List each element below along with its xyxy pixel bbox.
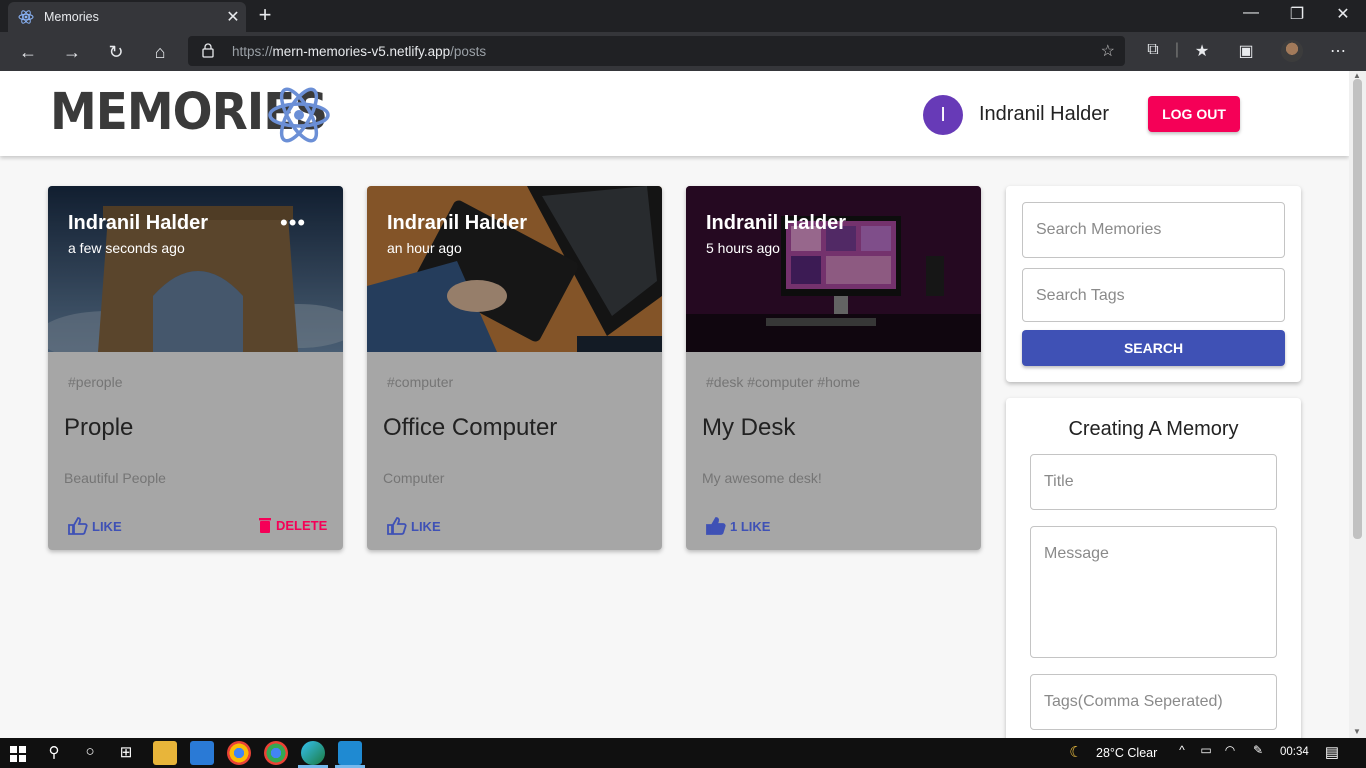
post-message: Computer <box>383 470 445 486</box>
vscode-icon[interactable] <box>338 741 362 765</box>
logout-button[interactable]: LOG OUT <box>1148 96 1240 132</box>
delete-label: DELETE <box>276 517 328 533</box>
windows-taskbar: ⚲ ○ ⊞ ☾ 28°C Clear ^ ▭ ◠ ✎ 00:34 ▤ <box>0 738 1366 768</box>
new-tab-icon[interactable]: + <box>254 2 276 28</box>
tags-input[interactable]: Tags(Comma Seperated) <box>1030 674 1277 730</box>
browser-toolbar: ← → ↻ ⌂ https://mern-memories-v5.netlify… <box>0 32 1366 71</box>
post-card: Indranil Halder 5 hours ago #desk #compu… <box>686 186 981 550</box>
delete-button[interactable]: DELETE <box>258 517 327 533</box>
trash-icon <box>259 518 271 533</box>
weather-moon-icon[interactable]: ☾ <box>1062 743 1090 761</box>
address-bar[interactable]: https://mern-memories-v5.netlify.app/pos… <box>188 36 1125 66</box>
post-message: Beautiful People <box>64 470 166 486</box>
page-scrollbar[interactable]: ▲ ▼ <box>1349 71 1366 738</box>
mail-icon[interactable] <box>190 741 214 765</box>
chrome-icon[interactable] <box>227 741 251 765</box>
search-button[interactable]: SEARCH <box>1022 330 1285 366</box>
toolbar-divider: | <box>1174 41 1180 58</box>
browser-tab[interactable]: Memories ✕ <box>8 2 246 32</box>
search-tags-input[interactable]: Search Tags <box>1022 268 1285 322</box>
thumb-up-icon <box>68 517 88 535</box>
windows-start-icon[interactable] <box>10 746 26 762</box>
url-text: https://mern-memories-v5.netlify.app/pos… <box>232 44 487 59</box>
thumb-up-icon <box>706 517 726 535</box>
post-author: Indranil Halder <box>387 212 528 234</box>
user-avatar: I <box>923 95 963 135</box>
task-view-icon[interactable]: ⊞ <box>112 743 140 761</box>
like-label: 1 LIKE <box>730 518 771 534</box>
file-explorer-icon[interactable] <box>153 741 177 765</box>
tab-title: Memories <box>44 10 99 24</box>
collections-icon[interactable]: ▣ <box>1235 41 1257 61</box>
app-header: MEMORIES I Indranil Halder LOG OUT <box>0 71 1349 156</box>
edge-icon[interactable] <box>301 741 325 765</box>
close-window-icon[interactable]: ✕ <box>1320 4 1366 24</box>
form-title: Creating A Memory <box>1068 418 1239 440</box>
post-title: Prople <box>64 414 134 441</box>
lock-icon <box>202 43 214 58</box>
like-label: LIKE <box>411 518 441 534</box>
notifications-icon[interactable]: ▤ <box>1318 743 1346 761</box>
atom-logo-icon <box>268 87 330 143</box>
react-icon <box>18 10 34 24</box>
search-memories-input[interactable]: Search Memories <box>1022 202 1285 258</box>
more-options-icon[interactable]: ••• <box>280 210 306 236</box>
browser-tab-bar: Memories ✕ + — ❐ ✕ <box>0 0 1366 32</box>
home-icon[interactable]: ⌂ <box>146 38 174 66</box>
refresh-icon[interactable]: ↻ <box>102 38 130 66</box>
restore-icon[interactable]: ❐ <box>1274 4 1320 24</box>
more-menu-icon[interactable]: ⋯ <box>1327 41 1349 61</box>
search-memories-placeholder: Search Memories <box>1036 221 1162 238</box>
post-time: 5 hours ago <box>706 240 780 256</box>
user-name: Indranil Halder <box>979 103 1110 125</box>
post-tags: #desk #computer #home <box>706 374 861 390</box>
page-viewport: MEMORIES I Indranil Halder LOG OUT Indra… <box>0 71 1349 738</box>
close-tab-icon[interactable]: ✕ <box>224 7 242 27</box>
like-label: LIKE <box>92 518 122 534</box>
scroll-down-arrow-icon[interactable]: ▼ <box>1353 727 1361 736</box>
add-favorite-icon[interactable]: ☆ <box>1101 41 1115 61</box>
create-memory-form: Creating A Memory Title Message Tags(Com… <box>1006 398 1301 738</box>
post-message: My awesome desk! <box>702 470 822 486</box>
tags-placeholder: Tags(Comma Seperated) <box>1044 693 1223 710</box>
post-tags: #computer <box>387 374 454 390</box>
post-card: Indranil Halder a few seconds ago ••• #p… <box>48 186 343 550</box>
minimize-icon[interactable]: — <box>1228 4 1274 22</box>
like-button[interactable]: LIKE <box>387 517 441 535</box>
post-author: Indranil Halder <box>68 212 209 234</box>
search-panel: Search Memories Search Tags SEARCH <box>1006 186 1301 382</box>
browser-profile-avatar[interactable] <box>1281 40 1303 62</box>
post-author: Indranil Halder <box>706 212 847 234</box>
like-button[interactable]: 1 LIKE <box>706 517 770 535</box>
weather-text[interactable]: 28°C Clear <box>1096 746 1157 760</box>
cortana-icon[interactable]: ○ <box>76 743 104 760</box>
post-title: Office Computer <box>383 414 558 441</box>
wifi-icon[interactable]: ◠ <box>1216 743 1244 757</box>
title-input[interactable]: Title <box>1030 454 1277 510</box>
extensions-icon[interactable]: ⧉ <box>1142 41 1164 59</box>
post-tags: #perople <box>68 374 123 390</box>
message-placeholder: Message <box>1044 545 1109 562</box>
scrollbar-thumb[interactable] <box>1353 79 1362 539</box>
chrome-profile-icon[interactable] <box>264 741 288 765</box>
pen-icon[interactable]: ✎ <box>1244 743 1272 757</box>
post-time: an hour ago <box>387 240 462 256</box>
message-textarea[interactable]: Message <box>1030 526 1277 658</box>
thumb-up-icon <box>387 517 407 535</box>
back-icon[interactable]: ← <box>14 38 42 66</box>
like-button[interactable]: LIKE <box>68 517 122 535</box>
clock-time[interactable]: 00:34 <box>1280 746 1309 758</box>
search-icon[interactable]: ⚲ <box>40 743 68 761</box>
favorites-icon[interactable]: ★ <box>1191 41 1213 61</box>
post-card: Indranil Halder an hour ago #computer Of… <box>367 186 662 550</box>
forward-icon[interactable]: → <box>58 38 86 66</box>
search-tags-placeholder: Search Tags <box>1036 287 1125 304</box>
title-placeholder: Title <box>1044 473 1074 490</box>
post-time: a few seconds ago <box>68 240 185 256</box>
post-title: My Desk <box>702 414 796 441</box>
